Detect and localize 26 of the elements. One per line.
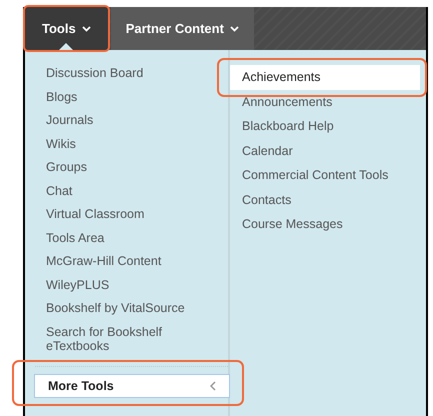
nav-tab[interactable]: Partner Content <box>110 7 254 50</box>
menu-link[interactable]: Course Messages <box>230 212 420 236</box>
menu-link[interactable]: Groups <box>46 160 206 174</box>
nav-tab[interactable]: Tools <box>25 7 108 50</box>
menu-link[interactable]: Bookshelf by VitalSource <box>46 301 206 315</box>
menu-link[interactable]: WileyPLUS <box>46 278 206 292</box>
menu-link[interactable]: Achievements <box>230 65 420 90</box>
menu-link[interactable]: McGraw-Hill Content <box>46 254 206 268</box>
menu-link[interactable]: Tools Area <box>46 230 206 244</box>
menu-link[interactable]: Commercial Content Tools <box>230 163 420 188</box>
menu-link[interactable]: Calendar <box>230 138 420 163</box>
menu-link[interactable]: Wikis <box>46 136 206 150</box>
chevron-down-icon <box>230 26 239 32</box>
menu-link[interactable]: Blogs <box>46 90 206 104</box>
menu-link[interactable]: Announcements <box>230 90 420 114</box>
menu-link[interactable]: Virtual Classroom <box>46 207 206 221</box>
menu-link[interactable]: Contacts <box>230 188 420 212</box>
menu-link[interactable]: Chat <box>46 184 206 198</box>
chevron-left-icon <box>210 381 216 391</box>
menu-pointer-icon <box>59 43 74 50</box>
menu-link[interactable]: Search for Bookshelf eTextbooks <box>46 324 206 352</box>
menu-link[interactable]: Journals <box>46 113 206 127</box>
menu-link[interactable]: Discussion Board <box>46 66 206 80</box>
menu-link[interactable]: Blackboard Help <box>230 114 420 138</box>
chevron-down-icon <box>82 26 91 32</box>
more-tools-button[interactable]: More Tools <box>34 374 230 398</box>
